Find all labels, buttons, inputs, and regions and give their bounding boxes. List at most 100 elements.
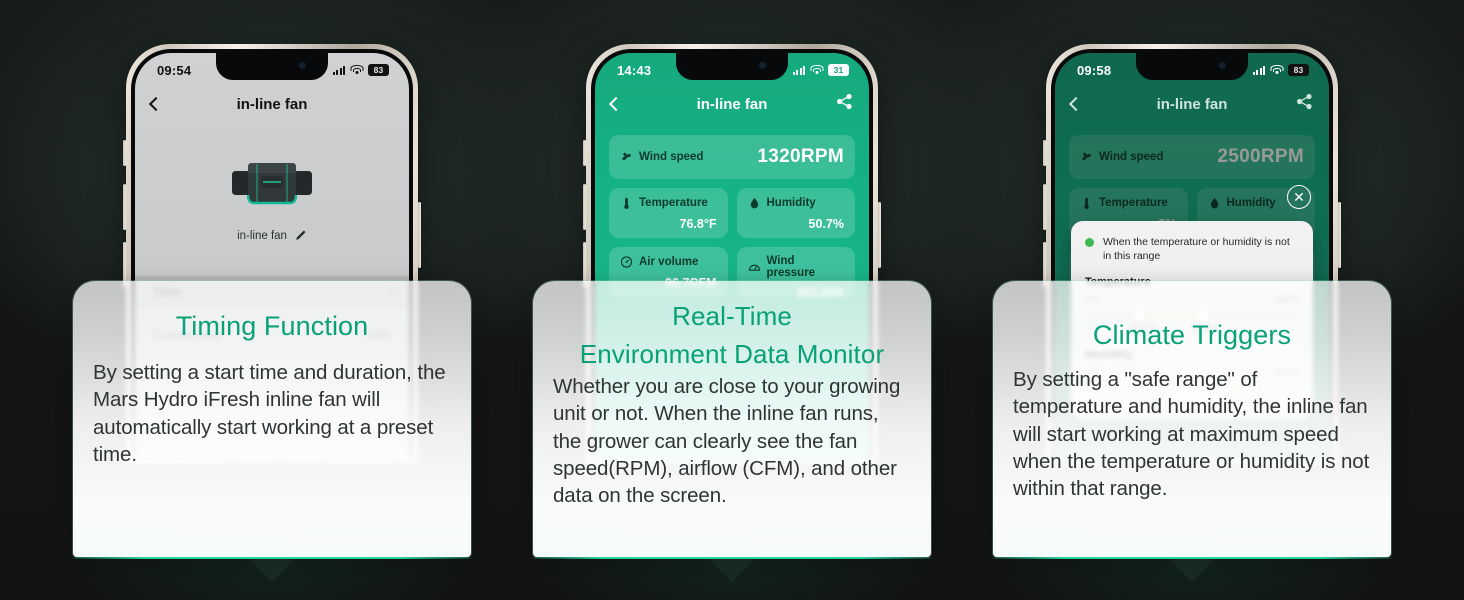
- phone-mute-button[interactable]: [583, 140, 586, 166]
- phone-power-button[interactable]: [418, 202, 421, 268]
- card-title-line-1: Real-Time: [672, 301, 792, 331]
- thermometer-icon: [624, 197, 629, 209]
- phone-volume-up-button[interactable]: [123, 184, 126, 230]
- signal-bars-icon: [332, 65, 345, 75]
- chevron-left-icon: [1068, 96, 1084, 112]
- metric-label: Wind speed: [639, 150, 704, 163]
- humidity-drop-icon: [1210, 197, 1218, 209]
- page-title: in-line fan: [1156, 95, 1228, 113]
- phone-power-button[interactable]: [1338, 202, 1341, 268]
- card-body: By setting a start time and duration, th…: [93, 361, 446, 466]
- dialog-note: When the temperature or humidity is not …: [1103, 236, 1290, 263]
- thermometer-icon: [1084, 197, 1089, 209]
- metric-label-group: Temperature: [1080, 196, 1177, 210]
- wifi-icon: [810, 65, 823, 75]
- front-camera-icon: [759, 62, 766, 69]
- nav-bar-2: in-line fan: [595, 83, 869, 125]
- metric-label: Humidity: [766, 197, 816, 209]
- metric-label: Temperature: [1099, 197, 1168, 209]
- card-title-line-2: Environment Data Monitor: [579, 339, 885, 370]
- status-time: 14:43: [617, 62, 652, 78]
- back-button[interactable]: [148, 96, 164, 112]
- status-indicators: 83: [1252, 64, 1309, 76]
- card-title: Timing Function: [175, 311, 369, 341]
- phone-power-button[interactable]: [878, 202, 881, 268]
- phone-volume-up-button[interactable]: [583, 184, 586, 230]
- phone-volume-up-button[interactable]: [1043, 184, 1046, 230]
- metric-label: Air volume: [639, 256, 699, 268]
- info-card-climate: Climate Triggers By setting a "safe rang…: [993, 281, 1391, 583]
- card-pointer: [708, 557, 756, 583]
- share-button[interactable]: [1296, 93, 1313, 115]
- page-title: in-line fan: [696, 95, 768, 113]
- device-name-row: in-line fan: [135, 229, 409, 242]
- card-pointer: [1168, 557, 1216, 583]
- chevron-left-icon: [148, 96, 164, 112]
- info-card-timing: Timing Function By setting a start time …: [73, 281, 471, 583]
- status-time: 09:58: [1077, 62, 1112, 78]
- metric-label-group: Wind speed: [620, 150, 703, 164]
- phone-notch: [216, 53, 328, 80]
- metric-label-group: Humidity: [748, 196, 845, 210]
- card-body: By setting a "safe range" of temperature…: [1013, 368, 1370, 501]
- metric-label-group: Air volume: [620, 255, 717, 269]
- signal-bars-icon: [792, 65, 805, 75]
- metric-card-humidity[interactable]: Humidity 50.7%: [736, 188, 855, 238]
- phone-notch: [676, 53, 788, 80]
- wifi-icon: [1270, 65, 1283, 75]
- inline-fan-device-image: [232, 163, 312, 205]
- share-button[interactable]: [836, 93, 853, 115]
- metric-label: Temperature: [639, 197, 708, 209]
- share-icon: [1297, 93, 1312, 110]
- front-camera-icon: [299, 62, 306, 69]
- metrics-grid-row-1: Temperature 76.8°F Humidity 50.7%: [609, 188, 855, 247]
- fan-icon: [1082, 152, 1091, 160]
- feature-panel-climate: 09:58 83 in-line fan Wind speed 2500RPM …: [962, 0, 1422, 600]
- chevron-left-icon: [608, 96, 624, 112]
- metric-value: 2500RPM: [1217, 145, 1304, 167]
- card-body: Whether you are close to your growing un…: [553, 375, 901, 508]
- battery-icon: 83: [368, 64, 389, 76]
- nav-bar-1: in-line fan: [135, 83, 409, 125]
- feature-panel-timing: 09:54 83 in-line fan in-line fan Timing …: [42, 0, 502, 600]
- phone-mute-button[interactable]: [123, 140, 126, 166]
- metric-value: 76.8°F: [679, 217, 717, 231]
- back-button[interactable]: [608, 96, 624, 112]
- fan-icon: [622, 152, 631, 160]
- nav-bar-3: in-line fan: [1055, 83, 1329, 125]
- metric-label: Wind pressure: [766, 255, 816, 279]
- status-bar-3: 09:58 83: [1055, 53, 1329, 83]
- back-button[interactable]: [1068, 96, 1084, 112]
- battery-icon: 83: [1288, 64, 1309, 76]
- humidity-drop-icon: [750, 197, 758, 209]
- metric-value: 1320RPM: [757, 145, 844, 167]
- air-volume-icon: [620, 256, 633, 268]
- metric-label: Humidity: [1226, 197, 1276, 209]
- close-circle-icon[interactable]: ✕: [1287, 185, 1311, 209]
- pencil-icon[interactable]: [294, 229, 307, 242]
- metric-card-temperature[interactable]: Temperature 76.8°F: [609, 188, 728, 238]
- metric-label-group: Temperature: [620, 196, 717, 210]
- metric-label-group: Wind speed: [1080, 150, 1163, 164]
- metric-label-group: Wind pressure: [748, 255, 845, 279]
- status-indicators: 83: [332, 64, 389, 76]
- metric-value: 50.7%: [808, 217, 844, 231]
- status-indicators: 31: [792, 64, 849, 76]
- metric-label: Wind speed: [1099, 150, 1164, 163]
- card-title: Climate Triggers: [1092, 320, 1292, 350]
- feature-panel-monitor: 14:43 31 in-line fan Wind speed 1320RPM …: [502, 0, 962, 600]
- card-pointer: [248, 557, 296, 583]
- wifi-icon: [350, 65, 363, 75]
- metric-card-wind-speed[interactable]: Wind speed 1320RPM: [609, 135, 855, 179]
- green-dot-icon: [1085, 238, 1094, 247]
- battery-icon: 31: [828, 64, 849, 76]
- page-title: in-line fan: [236, 95, 308, 113]
- dialog-note-row: When the temperature or humidity is not …: [1085, 235, 1299, 263]
- metric-card-wind-speed[interactable]: Wind speed 2500RPM: [1069, 135, 1315, 179]
- wind-pressure-icon: [748, 264, 760, 271]
- status-time: 09:54: [157, 62, 192, 78]
- device-name-label: in-line fan: [237, 229, 287, 242]
- signal-bars-icon: [1252, 65, 1265, 75]
- info-card-monitor: Real-Time Environment Data Monitor Wheth…: [533, 281, 931, 583]
- phone-mute-button[interactable]: [1043, 140, 1046, 166]
